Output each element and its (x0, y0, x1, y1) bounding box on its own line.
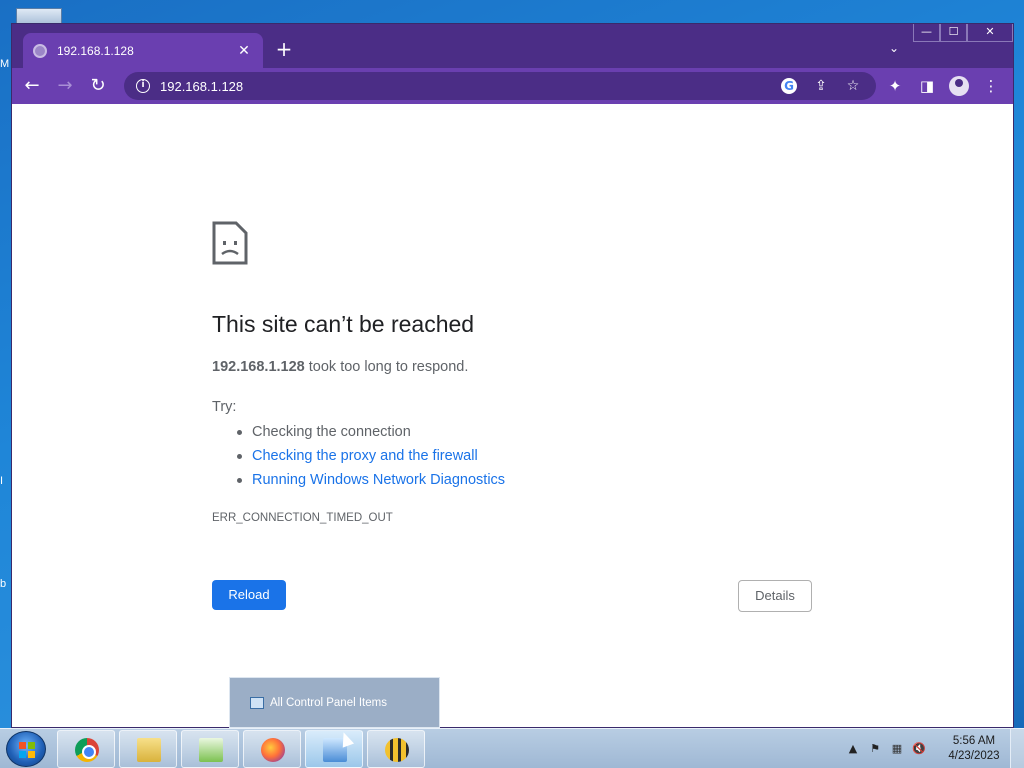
windows-logo-icon (19, 742, 35, 758)
error-summary: 192.168.1.128 took too long to respond. (212, 359, 468, 375)
taskbar-app-explorer[interactable] (119, 730, 177, 768)
volume-muted-icon[interactable]: 🔇 (908, 739, 930, 759)
taskbar-app-notepad[interactable] (181, 730, 239, 768)
firefox-icon (261, 738, 285, 762)
proxy-firewall-link[interactable]: Checking the proxy and the firewall (236, 444, 505, 468)
network-diagnostics-link[interactable]: Running Windows Network Diagnostics (236, 468, 505, 492)
show-desktop-button[interactable] (1010, 729, 1024, 768)
address-bar[interactable]: i 192.168.1.128 G ⇪ ☆ (124, 72, 876, 100)
clock-date: 4/23/2023 (948, 750, 1000, 762)
google-lens-icon[interactable]: G (778, 75, 800, 97)
site-info-icon[interactable]: i (136, 79, 150, 93)
new-tab-button[interactable]: + (273, 38, 295, 60)
system-tray: ▲ ⚑ ▦ 🔇 (842, 729, 930, 768)
forward-button[interactable]: → (52, 73, 78, 99)
share-icon[interactable]: ⇪ (810, 75, 832, 97)
taskbar-app-bee[interactable] (367, 730, 425, 768)
toolbar-right-actions: ✦ ◨ ⋮ (879, 72, 1007, 100)
error-summary-text: took too long to respond. (304, 359, 469, 375)
start-button[interactable] (6, 731, 46, 767)
profile-avatar-icon[interactable] (949, 76, 969, 96)
bee-icon (385, 738, 409, 762)
suggestion-list: Checking the connection Checking the pro… (236, 420, 505, 492)
back-button[interactable]: ← (19, 73, 45, 99)
kebab-menu-icon[interactable]: ⋮ (975, 72, 1007, 100)
suggestion-item: Checking the connection (236, 420, 505, 444)
taskbar-app-chrome[interactable] (57, 730, 115, 768)
reload-toolbar-button[interactable]: ↻ (85, 73, 111, 99)
taskbar: ▲ ⚑ ▦ 🔇 5:56 AM 4/23/2023 (0, 728, 1024, 768)
details-button[interactable]: Details (738, 580, 812, 612)
maximize-button[interactable]: ☐ (940, 24, 967, 42)
tab-search-chevron-icon[interactable]: ⌄ (884, 38, 904, 58)
error-page: This site can’t be reached 192.168.1.128… (12, 104, 1013, 727)
globe-icon (33, 43, 47, 58)
window-caption-buttons: — ☐ ✕ (913, 24, 1013, 44)
taskbar-app-control-panel[interactable] (305, 730, 363, 768)
show-hidden-icons-icon[interactable]: ▲ (842, 739, 864, 759)
clock-time: 5:56 AM (952, 735, 996, 747)
error-code: ERR_CONNECTION_TIMED_OUT (212, 512, 393, 524)
network-icon[interactable]: ▦ (886, 739, 908, 759)
system-clock[interactable]: 5:56 AM 4/23/2023 (944, 734, 1004, 764)
extensions-puzzle-icon[interactable]: ✦ (879, 72, 911, 100)
browser-titlebar: 192.168.1.128 ✕ + ⌄ — ☐ ✕ (12, 24, 1013, 68)
folder-icon (137, 738, 161, 762)
control-panel-icon (250, 696, 264, 709)
minimize-button[interactable]: — (913, 24, 940, 42)
tab-title: 192.168.1.128 (57, 43, 134, 58)
bookmark-star-icon[interactable]: ☆ (842, 75, 864, 97)
action-center-flag-icon[interactable]: ⚑ (864, 739, 886, 759)
side-panel-icon[interactable]: ◨ (911, 72, 943, 100)
error-heading: This site can’t be reached (212, 311, 475, 337)
url-text[interactable]: 192.168.1.128 (160, 79, 768, 94)
close-window-button[interactable]: ✕ (967, 24, 1013, 42)
browser-window: 192.168.1.128 ✕ + ⌄ — ☐ ✕ ← → ↻ i 192.16… (11, 23, 1014, 728)
chrome-icon (75, 738, 99, 762)
thumbnail-label: All Control Panel Items (270, 696, 387, 709)
notepad-icon (199, 738, 223, 762)
reload-button[interactable]: Reload (212, 580, 286, 610)
error-host: 192.168.1.128 (212, 359, 305, 375)
close-tab-icon[interactable]: ✕ (235, 43, 253, 59)
browser-tab[interactable]: 192.168.1.128 ✕ (23, 33, 263, 68)
taskbar-thumbnail-popup[interactable]: All Control Panel Items (229, 677, 440, 728)
browser-toolbar: ← → ↻ i 192.168.1.128 G ⇪ ☆ ✦ ◨ ⋮ (12, 68, 1013, 104)
try-label: Try: (212, 399, 237, 415)
taskbar-app-firefox[interactable] (243, 730, 301, 768)
sad-page-icon (212, 221, 248, 265)
